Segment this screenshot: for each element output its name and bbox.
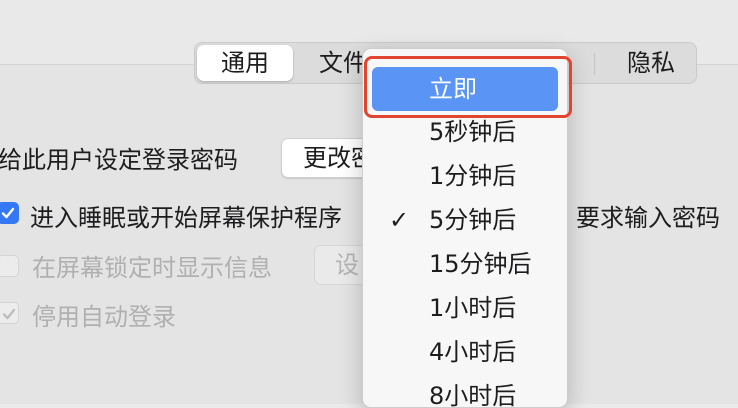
menu-item-15-minutes[interactable]: 15分钟后 [363,242,567,286]
show-message-label: 在屏幕锁定时显示信息 [32,254,272,282]
require-password-suffix: 要求输入密码 [576,204,720,232]
require-password-label: 进入睡眠或开始屏幕保护程序 [30,204,342,232]
menu-item-1-minute[interactable]: 1分钟后 [363,154,567,198]
disable-autologin-label: 停用自动登录 [32,303,176,331]
menu-item-4-hours[interactable]: 4小时后 [363,330,567,374]
highlight-annotation [364,56,572,118]
menu-item-label: 1小时后 [429,294,517,322]
menu-item-label: 4小时后 [429,338,517,366]
menu-item-1-hour[interactable]: 1小时后 [363,286,567,330]
show-message-checkbox[interactable] [0,255,19,277]
menu-item-label: 1分钟后 [429,162,517,190]
tab-general[interactable]: 通用 [197,45,293,81]
menu-item-5-minutes[interactable]: ✓ 5分钟后 [363,198,567,242]
checkmark-icon [1,207,15,219]
menu-item-label: 15分钟后 [429,250,532,278]
require-password-checkbox[interactable] [0,202,19,224]
checkmark-icon: ✓ [389,206,410,234]
tab-privacy[interactable]: 隐私 [607,43,695,83]
tab-separator [594,53,595,75]
disable-autologin-checkbox[interactable] [0,302,19,324]
menu-item-label: 5分钟后 [429,206,517,234]
login-password-text: 给此用户设定登录密码 [0,146,238,174]
checkmark-icon [2,308,16,320]
